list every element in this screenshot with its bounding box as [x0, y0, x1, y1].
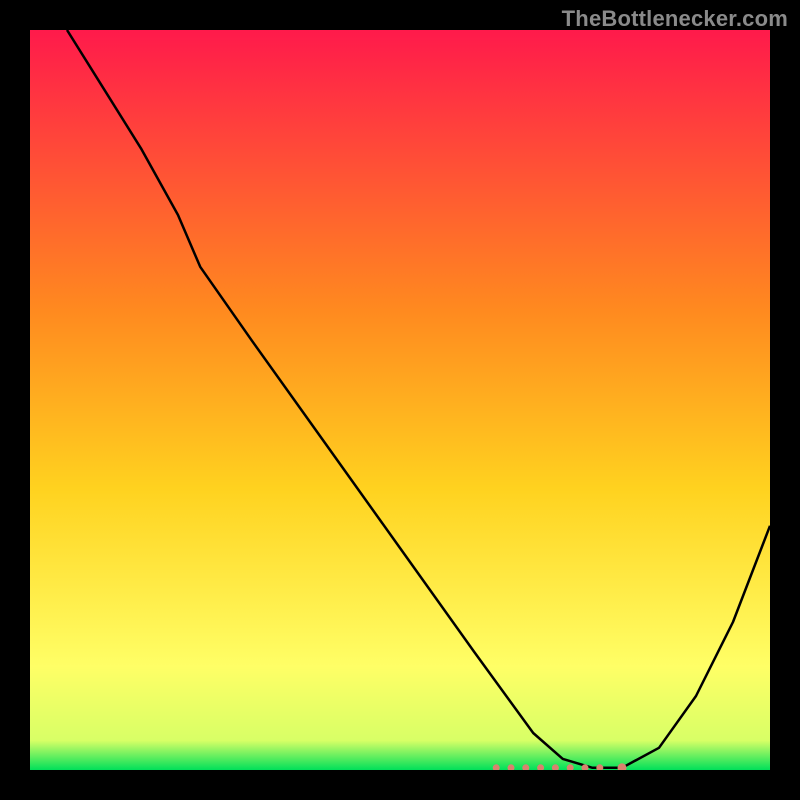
gradient-background [30, 30, 770, 770]
plot-area [30, 30, 770, 770]
chart-svg [30, 30, 770, 770]
attribution-label: TheBottlenecker.com [562, 6, 788, 32]
chart-container: TheBottlenecker.com [0, 0, 800, 800]
